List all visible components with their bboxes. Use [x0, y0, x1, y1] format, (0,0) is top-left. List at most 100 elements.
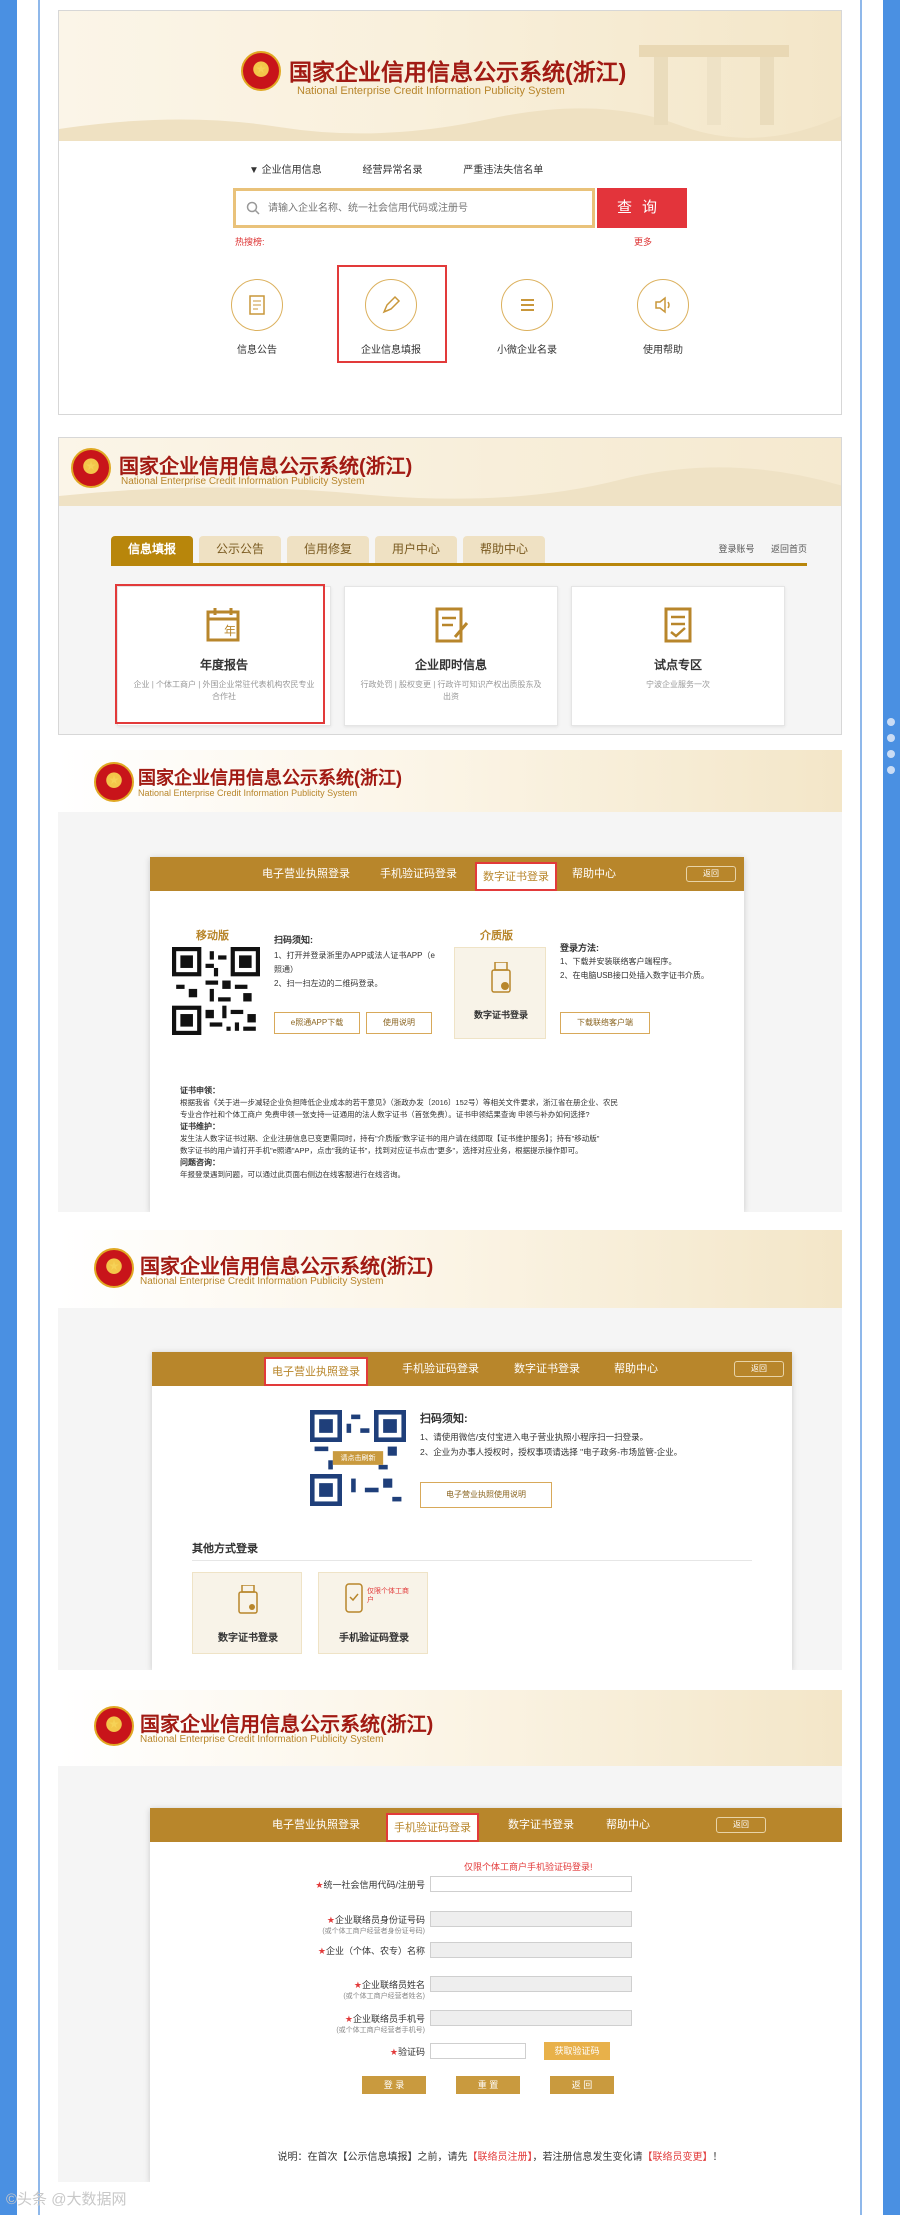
card-desc: 宁波企业服务一次 [646, 680, 710, 689]
tab-digital-cert[interactable]: 数字证书登录 [475, 862, 557, 891]
card-title: 试点专区 [653, 658, 702, 672]
tab-public-notice[interactable]: 公示公告 [199, 536, 281, 563]
tab-sms-login[interactable]: 手机验证码登录 [386, 1813, 479, 1842]
tab-digital-cert[interactable]: 数字证书登录 [508, 1808, 574, 1842]
login-button[interactable]: 登 录 [362, 2076, 426, 2094]
tab-credit-repair[interactable]: 信用修复 [287, 536, 369, 563]
notice-icon [249, 295, 265, 315]
login-account-link[interactable]: 登录账号 [718, 544, 754, 554]
checklist-icon [664, 607, 692, 643]
e-license-guide-button[interactable]: 电子营业执照使用说明 [420, 1482, 552, 1508]
usb-key-tile[interactable]: 数字证书登录 [454, 947, 546, 1039]
field-label-company-name: ★企业（个体、农专）名称 [317, 1946, 425, 1956]
other-login-divider [192, 1560, 752, 1561]
sms-login-screenshot: 国家企业信用信息公示系统(浙江) National Enterprise Cre… [58, 1690, 842, 2182]
note-line: 数字证书的用户请打开手机"e照通"APP，点击"我的证书"，找到对应证书点击"更… [180, 1146, 583, 1155]
other-login-title: 其他方式登录 [192, 1543, 258, 1555]
liaison-name-input[interactable] [430, 1976, 632, 1992]
liaison-id-input[interactable] [430, 1911, 632, 1927]
highlight-box [115, 584, 325, 724]
tab-info-fill[interactable]: 信息填报 [111, 536, 193, 563]
entry-notice[interactable]: 信息公告 [202, 279, 312, 356]
reset-button[interactable]: 重 置 [456, 2076, 520, 2094]
site-title: 国家企业信用信息公示系统(浙江) [289, 59, 627, 85]
liaison-register-link[interactable]: 【联络员注册】 [468, 2152, 533, 2163]
company-name-input[interactable] [430, 1942, 632, 1958]
cert-login-card: 电子营业执照登录 手机验证码登录 数字证书登录 帮助中心 返回 移动版 扫码须知… [150, 857, 744, 1212]
tab-help[interactable]: 帮助中心 [614, 1352, 658, 1386]
info-fill-screenshot: 国家企业信用信息公示系统(浙江) National Enterprise Cre… [58, 437, 842, 735]
credit-code-input[interactable] [430, 1876, 632, 1892]
field-label-liaison-name: ★企业联络员姓名 [353, 1980, 425, 1990]
verify-code-input[interactable] [430, 2043, 526, 2059]
entry-help[interactable]: 使用帮助 [608, 279, 718, 356]
liaison-change-link[interactable]: 【联络员变更】 [643, 2152, 713, 2163]
tab-help[interactable]: 帮助中心 [572, 857, 616, 891]
search-button[interactable]: 查询 [597, 188, 687, 228]
client-download-button[interactable]: 下载联络客户端 [560, 1012, 650, 1034]
tab-help[interactable]: 帮助中心 [606, 1808, 650, 1842]
entry-label: 信息公告 [237, 345, 277, 356]
site-subtitle: National Enterprise Credit Information P… [138, 788, 358, 798]
speaker-icon [655, 296, 670, 314]
sms-only-notice: 仅限个体工商户手机验证码登录! [464, 1862, 593, 1872]
document-edit-icon [435, 607, 469, 643]
field-sub-liaison-name: (或个体工商户经营者姓名) [343, 1993, 425, 2000]
back-label: 返回 [751, 1364, 767, 1373]
back-button[interactable]: 返回 [716, 1817, 766, 1833]
site-title: 国家企业信用信息公示系统(浙江) [138, 768, 402, 788]
nav-credit-info[interactable]: ▼ 企业信用信息 [249, 161, 322, 176]
e-license-login-screenshot: 国家企业信用信息公示系统(浙江) National Enterprise Cre… [58, 1230, 842, 1670]
login-tab-bar: 电子营业执照登录 手机验证码登录 数字证书登录 帮助中心 返回 [150, 1808, 842, 1842]
national-emblem-icon [71, 448, 111, 488]
scan-notice-line: 2、企业为办事人授权时，授权事项请选择 "电子政务-市场监管-企业。 [420, 1447, 683, 1457]
back-home-link[interactable]: 返回首页 [771, 544, 807, 554]
back-button[interactable]: 返回 [734, 1361, 784, 1377]
scan-notice-title: 扫码须知: [274, 935, 313, 945]
search-input[interactable] [268, 191, 568, 225]
tab-e-license[interactable]: 电子营业执照登录 [264, 1357, 368, 1386]
get-code-button[interactable]: 获取验证码 [544, 2042, 610, 2060]
tab-e-license[interactable]: 电子营业执照登录 [262, 857, 350, 891]
tab-e-license[interactable]: 电子营业执照登录 [272, 1808, 360, 1842]
app-download-button[interactable]: e照通APP下载 [274, 1012, 360, 1034]
hot-search-label: 热搜榜: [235, 237, 265, 247]
other-login-sms[interactable]: 仅限个体工商户 手机验证码登录 [318, 1572, 428, 1654]
qr-refresh-caption[interactable]: 请点击刷新 [324, 1453, 392, 1463]
more-link[interactable]: 更多 [634, 235, 652, 248]
national-emblem-icon [94, 762, 134, 802]
national-emblem-icon [94, 1706, 134, 1746]
side-scroll-indicator[interactable] [884, 718, 898, 782]
login-tab-bar: 电子营业执照登录 手机验证码登录 数字证书登录 帮助中心 返回 [150, 857, 744, 891]
note-line: 专业合作社和个体工商户 免费申领一张支持一证通用的法人数字证书（首张免费）。证书… [180, 1110, 590, 1119]
home-screenshot: 国家企业信用信息公示系统(浙江) National Enterprise Cre… [58, 10, 842, 415]
return-button[interactable]: 返 回 [550, 2076, 614, 2094]
card-pilot-zone[interactable]: 试点专区 宁波企业服务一次 [571, 586, 785, 726]
back-button[interactable]: 返回 [686, 866, 736, 882]
tab-sms-login[interactable]: 手机验证码登录 [402, 1352, 479, 1386]
field-label-verify-code: ★验证码 [389, 2047, 425, 2057]
mobile-version-title: 移动版 [196, 930, 229, 942]
other-login-digital-cert[interactable]: 数字证书登录 [192, 1572, 302, 1654]
card-instant-info[interactable]: 企业即时信息 行政处罚 | 股权变更 | 行政许可知识产权出质股东及出资 [344, 586, 558, 726]
note-line: 发生法人数字证书过期、企业注册信息已变更需同时，持有"介质版"数字证书的用户请在… [180, 1134, 600, 1143]
note-line: 年报登录遇到问题，可以通过此页面右侧边在线客服进行在线咨询。 [180, 1170, 405, 1179]
site-subtitle: National Enterprise Credit Information P… [140, 1276, 384, 1287]
note-heading: 证书维护： [180, 1122, 220, 1131]
tab-sms-login[interactable]: 手机验证码登录 [380, 857, 457, 891]
card-desc: 行政处罚 | 股权变更 | 行政许可知识产权出质股东及出资 [360, 680, 542, 701]
tab-help-center[interactable]: 帮助中心 [463, 536, 545, 563]
search-icon [246, 201, 260, 215]
page-divider-right [860, 0, 862, 2215]
nav-abnormal-list[interactable]: 经营异常名录 [362, 161, 422, 176]
scan-notice-line: 1、请使用微信/支付宝进入电子营业执照小程序扫一扫登录。 [420, 1432, 649, 1442]
tab-user-center[interactable]: 用户中心 [375, 536, 457, 563]
e-license-login-card: 电子营业执照登录 手机验证码登录 数字证书登录 帮助中心 返回 请点击刷新 扫码… [152, 1352, 792, 1670]
usage-guide-button[interactable]: 使用说明 [366, 1012, 432, 1034]
liaison-phone-input[interactable] [430, 2010, 632, 2026]
entry-small-business[interactable]: 小微企业名录 [472, 279, 582, 356]
site-subtitle: National Enterprise Credit Information P… [140, 1734, 384, 1745]
nav-serious-violation-list[interactable]: 严重违法失信名单 [463, 161, 543, 176]
field-label-credit-code: ★统一社会信用代码/注册号 [315, 1880, 425, 1890]
tab-digital-cert[interactable]: 数字证书登录 [514, 1352, 580, 1386]
